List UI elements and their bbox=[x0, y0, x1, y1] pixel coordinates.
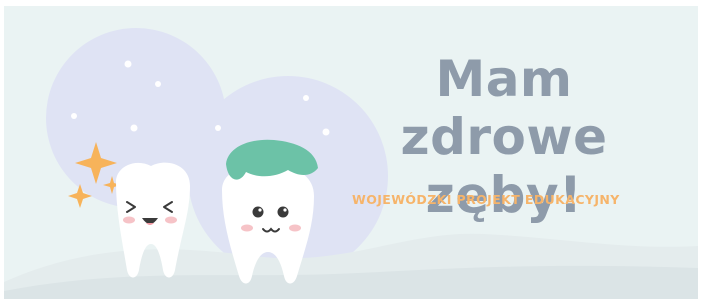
banner: Mam zdrowe zęby! WOJEWÓDZKI PROJEKT EDUK… bbox=[4, 6, 698, 299]
subtitle: WOJEWÓDZKI PROJEKT EDUKACYJNY bbox=[352, 192, 620, 207]
